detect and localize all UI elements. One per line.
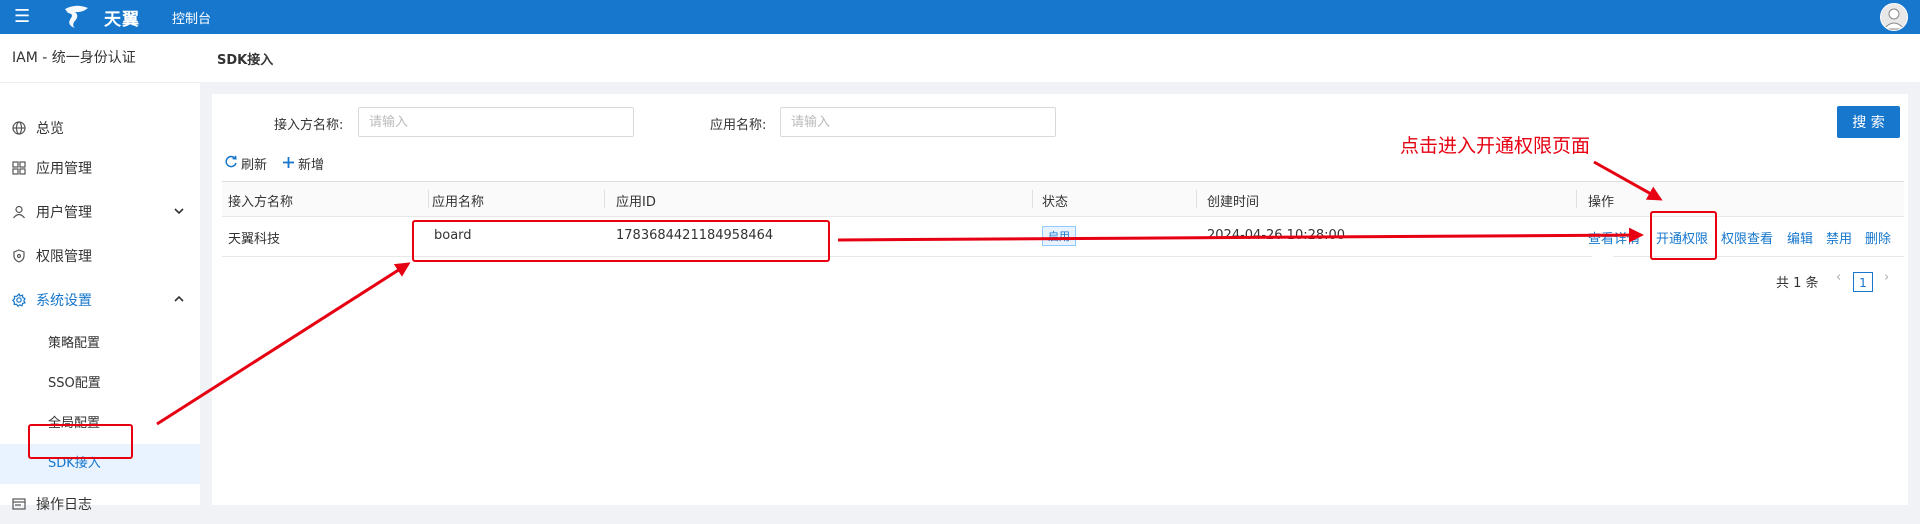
cell-app-name: board xyxy=(434,228,472,243)
column-divider xyxy=(604,190,605,208)
table-row: 天翼科技 board 1783684421184958464 启用 2024-0… xyxy=(222,216,1904,257)
view-permission-link[interactable]: 权限查看 xyxy=(1721,228,1773,247)
sidebar-item-label: 总览 xyxy=(36,121,64,137)
app-name-input[interactable] xyxy=(780,107,1056,137)
log-icon xyxy=(12,497,26,511)
sidebar-subitem-sdk[interactable]: SDK接入 xyxy=(0,444,200,484)
next-page-icon[interactable]: › xyxy=(1884,270,1889,285)
view-details-link[interactable]: 查看详情 xyxy=(1588,228,1640,247)
gear-icon xyxy=(12,293,26,307)
sidebar-item-label: 系统设置 xyxy=(36,293,92,309)
column-header: 操作 xyxy=(1588,195,1615,210)
sidebar-item-settings[interactable]: 系统设置 xyxy=(0,280,200,320)
sidebar-item-permissions[interactable]: 权限管理 xyxy=(0,236,200,276)
accessor-name-input[interactable] xyxy=(358,107,634,137)
sidebar-item-label: 应用管理 xyxy=(36,161,92,177)
globe-icon xyxy=(12,121,26,135)
refresh-icon xyxy=(224,155,238,173)
column-header: 创建时间 xyxy=(1207,195,1260,210)
content-panel xyxy=(212,94,1908,505)
cell-created: 2024-04-26 10:28:00 xyxy=(1207,228,1346,243)
sidebar: IAM - 统一身份认证 总览 应用管理 用户管理 权限管理 系统设置 策略配置… xyxy=(0,34,200,513)
sidebar-item-label: 操作日志 xyxy=(36,497,92,513)
user-icon xyxy=(12,205,26,219)
column-header: 应用名称 xyxy=(432,195,485,210)
brand-name: 天翼 xyxy=(104,10,140,30)
page-title: SDK接入 xyxy=(217,53,274,68)
pagination-total: 共 1 条 xyxy=(1776,276,1819,291)
column-header: 接入方名称 xyxy=(228,195,294,210)
column-header: 状态 xyxy=(1042,195,1069,210)
sidebar-subitem-policy[interactable]: 策略配置 xyxy=(0,324,200,364)
shield-icon xyxy=(12,249,26,263)
sidebar-item-users[interactable]: 用户管理 xyxy=(0,192,200,232)
cell-app-id: 1783684421184958464 xyxy=(616,228,774,243)
chevron-up-icon xyxy=(174,293,184,307)
app-title: IAM - 统一身份认证 xyxy=(0,34,200,83)
accessor-name-label: 接入方名称: xyxy=(274,118,344,133)
annotation-text: 点击进入开通权限页面 xyxy=(1400,135,1591,157)
column-divider xyxy=(1032,190,1033,208)
delete-link[interactable]: 删除 xyxy=(1865,228,1891,247)
add-label: 新增 xyxy=(298,158,325,173)
sidebar-item-logs[interactable]: 操作日志 xyxy=(0,484,200,524)
table-header: 接入方名称 应用名称 应用ID 状态 创建时间 操作 xyxy=(222,181,1904,217)
sidebar-item-label: 用户管理 xyxy=(36,205,92,221)
grant-permission-link[interactable]: 开通权限 xyxy=(1656,228,1708,247)
breadcrumb: SDK接入 xyxy=(200,34,1920,82)
status-badge: 启用 xyxy=(1042,226,1076,246)
sidebar-item-overview[interactable]: 总览 xyxy=(0,108,200,148)
top-bar: ☰ 天翼 控制台 xyxy=(0,0,1920,34)
column-header: 应用ID xyxy=(616,195,656,210)
column-divider xyxy=(1576,190,1577,208)
edit-link[interactable]: 编辑 xyxy=(1787,228,1813,247)
console-link[interactable]: 控制台 xyxy=(172,8,211,27)
grid-icon xyxy=(12,161,26,175)
column-divider xyxy=(1196,190,1197,208)
sidebar-subitem-global[interactable]: 全局配置 xyxy=(0,404,200,444)
plus-icon xyxy=(282,155,295,173)
sidebar-item-apps[interactable]: 应用管理 xyxy=(0,148,200,188)
column-divider xyxy=(428,190,429,208)
menu-icon[interactable]: ☰ xyxy=(14,6,30,27)
avatar-icon[interactable] xyxy=(1880,3,1908,31)
add-button[interactable]: 新增 xyxy=(282,154,324,173)
disable-link[interactable]: 禁用 xyxy=(1826,228,1852,247)
page-number[interactable]: 1 xyxy=(1853,272,1873,292)
chevron-down-icon xyxy=(174,205,184,219)
refresh-button[interactable]: 刷新 xyxy=(224,154,267,173)
app-name-label: 应用名称: xyxy=(710,118,767,133)
logo-icon xyxy=(62,3,90,29)
cell-accessor: 天翼科技 xyxy=(228,232,281,247)
refresh-label: 刷新 xyxy=(241,158,268,173)
search-button[interactable]: 搜 索 xyxy=(1837,106,1900,138)
prev-page-icon[interactable]: ‹ xyxy=(1836,270,1841,285)
sidebar-subitem-sso[interactable]: SSO配置 xyxy=(0,364,200,404)
sidebar-item-label: 权限管理 xyxy=(36,249,92,265)
